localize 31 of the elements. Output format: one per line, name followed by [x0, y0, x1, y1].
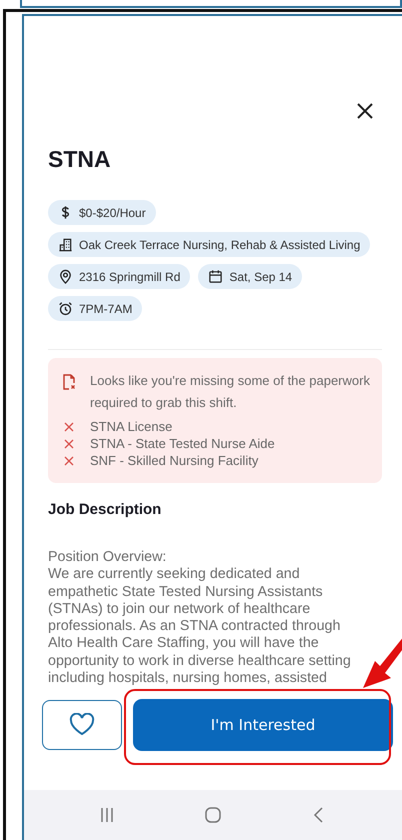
alarm-clock-icon [58, 301, 73, 316]
building-icon [58, 237, 73, 252]
document-error-icon [62, 374, 76, 390]
calendar-icon [208, 269, 224, 284]
description-line: professionals. As an STNA contracted through [48, 618, 342, 636]
description-line: (STNAs) to join our network of healthcare [48, 600, 312, 618]
description-line: including hospitals, nursing homes, assisted [48, 670, 328, 688]
cross-icon [64, 456, 74, 466]
alert-message: Looks like you're missing some of the paperwork required to grab this shift. [90, 372, 371, 412]
description-line: Position Overview: [48, 549, 168, 566]
description-line: We are currently seeking dedicated and [48, 566, 301, 584]
missing-document: STNA - State Tested Nurse Aide [90, 435, 275, 452]
chip-label: Oak Creek Terrace Nursing, Rehab & Assisted Living [79, 238, 360, 252]
job-title: STNA [48, 146, 112, 173]
home-icon[interactable] [203, 805, 223, 825]
heart-icon [69, 713, 95, 737]
favorite-button[interactable] [42, 700, 122, 750]
chip-label: 7PM-7AM [79, 302, 132, 316]
description-line: empathetic State Tested Nursing Assistants [48, 584, 324, 601]
missing-document: STNA License [90, 418, 172, 435]
missing-document: SNF - Skilled Nursing Facility [90, 452, 258, 469]
chip-label: $0-$20/Hour [79, 206, 146, 220]
description-line: opportunity to work in diverse healthcare setting [48, 652, 352, 670]
cross-icon [64, 438, 74, 448]
chip-label: 2316 Springmill Rd [79, 270, 180, 284]
location-pin-icon [58, 269, 73, 284]
cross-icon [64, 422, 74, 432]
section-heading: Job Description [48, 501, 162, 518]
chip-label: Sat, Sep 14 [229, 270, 292, 284]
description-line: Alto Health Care Staffing, you will have the [48, 635, 320, 653]
interested-button[interactable]: I'm Interested [133, 699, 393, 751]
